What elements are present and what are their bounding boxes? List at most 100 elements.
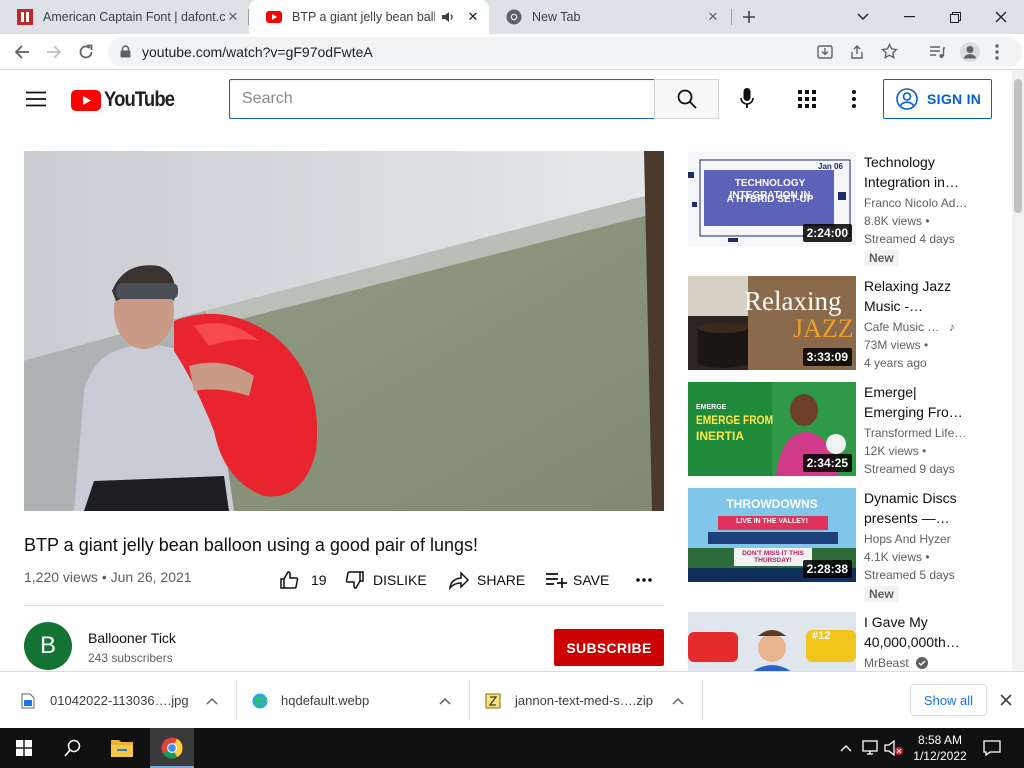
- close-window-button[interactable]: [978, 0, 1024, 34]
- recommendation-title[interactable]: Technology Integration in…: [864, 152, 968, 192]
- audio-playing-icon[interactable]: [441, 10, 455, 24]
- share-icon[interactable]: [849, 44, 865, 60]
- playlist-add-icon: [546, 573, 567, 588]
- bookmark-star-icon[interactable]: [881, 43, 898, 60]
- download-item[interactable]: hqdefault.webp: [237, 672, 469, 729]
- chrome-taskbar-button[interactable]: [150, 728, 194, 768]
- download-item[interactable]: 01042022-113036….jpg: [0, 672, 236, 729]
- tab-new-tab[interactable]: New Tab ✕: [489, 0, 729, 34]
- minimize-button[interactable]: [886, 0, 932, 34]
- chevron-up-icon[interactable]: [439, 697, 451, 705]
- media-control-icon[interactable]: [929, 44, 945, 60]
- reload-button[interactable]: [72, 38, 100, 66]
- address-bar[interactable]: youtube.com/watch?v=gF97odFwteA: [108, 37, 1022, 67]
- search-icon[interactable]: [64, 739, 82, 757]
- chrome-icon: [506, 9, 522, 25]
- new-tab-button[interactable]: [726, 0, 772, 34]
- download-filename: jannon-text-med-s….zip: [515, 693, 653, 708]
- windows-taskbar: 8:58 AM 1/12/2022: [0, 728, 1024, 768]
- recommendation-title[interactable]: Relaxing Jazz Music -…: [864, 276, 968, 316]
- close-downloads-icon[interactable]: [1000, 694, 1012, 706]
- channel-avatar[interactable]: B: [24, 622, 72, 670]
- youtube-logo[interactable]: YouTube: [71, 88, 184, 112]
- channel-name[interactable]: Ballooner Tick: [88, 630, 176, 646]
- tab-close-icon[interactable]: ✕: [465, 9, 481, 25]
- download-item[interactable]: jannon-text-med-s….zip: [470, 672, 702, 729]
- new-badge: New: [864, 586, 899, 602]
- recommendation-item[interactable]: THROWDOWNS LIVE IN THE VALLEY! DON'T MIS…: [688, 488, 998, 602]
- recommendation-item[interactable]: Relaxing JAZZ 3:33:09 Relaxing Jazz Musi…: [688, 276, 998, 372]
- thumbnail-caption-1: Relaxing: [744, 286, 842, 316]
- tab-close-icon[interactable]: ✕: [705, 9, 721, 25]
- system-clock[interactable]: 8:58 AM 1/12/2022: [910, 732, 970, 764]
- apps-grid-icon[interactable]: [798, 90, 816, 108]
- save-button[interactable]: SAVE: [545, 570, 609, 590]
- show-all-downloads-button[interactable]: Show all: [910, 684, 987, 716]
- recommendation-thumbnail[interactable]: Relaxing JAZZ 3:33:09: [688, 276, 856, 370]
- duration-badge: 3:33:09: [802, 348, 852, 366]
- arrow-left-icon: [14, 45, 29, 59]
- search-input[interactable]: [229, 79, 655, 119]
- share-button[interactable]: SHARE: [449, 570, 525, 590]
- recommendation-thumbnail[interactable]: #12: [688, 612, 856, 671]
- tab-dafont[interactable]: American Captain Font | dafont.com ✕: [0, 0, 249, 34]
- tab-search-button[interactable]: [840, 0, 886, 34]
- recommendation-title[interactable]: Emerge| Emerging Fro…: [864, 382, 968, 422]
- recommendation-channel[interactable]: Franco Nicolo Ad…: [864, 196, 968, 210]
- recommendation-channel[interactable]: MrBeast: [864, 656, 968, 670]
- recommendation-thumbnail[interactable]: THROWDOWNS LIVE IN THE VALLEY! DON'T MIS…: [688, 488, 856, 582]
- dislike-label: DISLIKE: [373, 572, 427, 588]
- recommendation-channel[interactable]: Hops And Hyzer: [864, 532, 968, 546]
- close-icon: [995, 11, 1007, 23]
- tab-title: BTP a giant jelly bean balloon using a g…: [292, 10, 435, 24]
- subscribe-button[interactable]: SUBSCRIBE: [554, 629, 664, 666]
- recommendation-item[interactable]: #12 I Gave My 40,000,000th… MrBeast: [688, 612, 998, 671]
- scrollbar-thumb[interactable]: [1014, 79, 1022, 213]
- tab-close-icon[interactable]: ✕: [225, 9, 241, 25]
- video-player[interactable]: [24, 151, 664, 511]
- notifications-icon[interactable]: [983, 740, 1001, 756]
- install-app-icon[interactable]: [817, 44, 833, 60]
- recommendation-thumbnail[interactable]: Jan 06 TECHNOLOGY INTEGRATION IN A HYBRI…: [688, 152, 856, 246]
- recommendation-channel[interactable]: Cafe Music … ♪: [864, 320, 968, 334]
- profile-avatar-icon[interactable]: [960, 42, 980, 62]
- recommendation-title[interactable]: Dynamic Discs presents —…: [864, 488, 968, 528]
- browser-tab-strip: American Captain Font | dafont.com ✕ BTP…: [0, 0, 1024, 34]
- chevron-up-icon[interactable]: [206, 697, 218, 705]
- tab-youtube-active[interactable]: BTP a giant jelly bean balloon using a g…: [249, 0, 489, 34]
- recommendation-thumbnail[interactable]: EMERGE EMERGE FROM INERTIA 2:34:25: [688, 382, 856, 476]
- microphone-icon[interactable]: [740, 88, 754, 110]
- more-actions-icon[interactable]: [636, 578, 652, 582]
- settings-kebab-icon[interactable]: [852, 90, 856, 108]
- duration-badge: 2:34:25: [802, 454, 852, 472]
- chevron-up-icon[interactable]: [672, 697, 684, 705]
- edge-file-icon: [252, 693, 268, 708]
- recommendation-channel[interactable]: Transformed Life…: [864, 426, 968, 440]
- volume-muted-icon[interactable]: [884, 740, 904, 756]
- network-icon[interactable]: [862, 740, 880, 756]
- tab-separator: [248, 9, 249, 25]
- page-scrollbar[interactable]: [1012, 71, 1024, 671]
- duration-badge: 2:28:38: [802, 560, 852, 578]
- like-button[interactable]: 19: [279, 570, 327, 590]
- forward-button[interactable]: [40, 38, 68, 66]
- chrome-menu-icon[interactable]: [995, 44, 999, 60]
- thumbs-down-icon: [345, 571, 364, 589]
- windows-start-icon[interactable]: [16, 740, 32, 756]
- back-button[interactable]: [8, 38, 36, 66]
- download-separator: [702, 680, 703, 720]
- chevron-up-icon[interactable]: [840, 744, 852, 752]
- recommendation-item[interactable]: Jan 06 TECHNOLOGY INTEGRATION IN A HYBRI…: [688, 152, 998, 266]
- recommendation-item[interactable]: EMERGE EMERGE FROM INERTIA 2:34:25 Emerg…: [688, 382, 998, 478]
- hamburger-menu-icon[interactable]: [26, 91, 46, 107]
- search-button[interactable]: [654, 79, 719, 119]
- restore-button[interactable]: [932, 0, 978, 34]
- dislike-button[interactable]: DISLIKE: [345, 570, 427, 590]
- sign-in-button[interactable]: SIGN IN: [883, 79, 992, 119]
- lock-icon: [120, 45, 131, 58]
- recommendation-title[interactable]: I Gave My 40,000,000th…: [864, 612, 968, 652]
- recommendation-age: 4 years ago: [864, 356, 927, 370]
- file-explorer-icon[interactable]: [111, 738, 133, 757]
- video-frame-image: [24, 151, 664, 511]
- chrome-icon: [161, 737, 183, 759]
